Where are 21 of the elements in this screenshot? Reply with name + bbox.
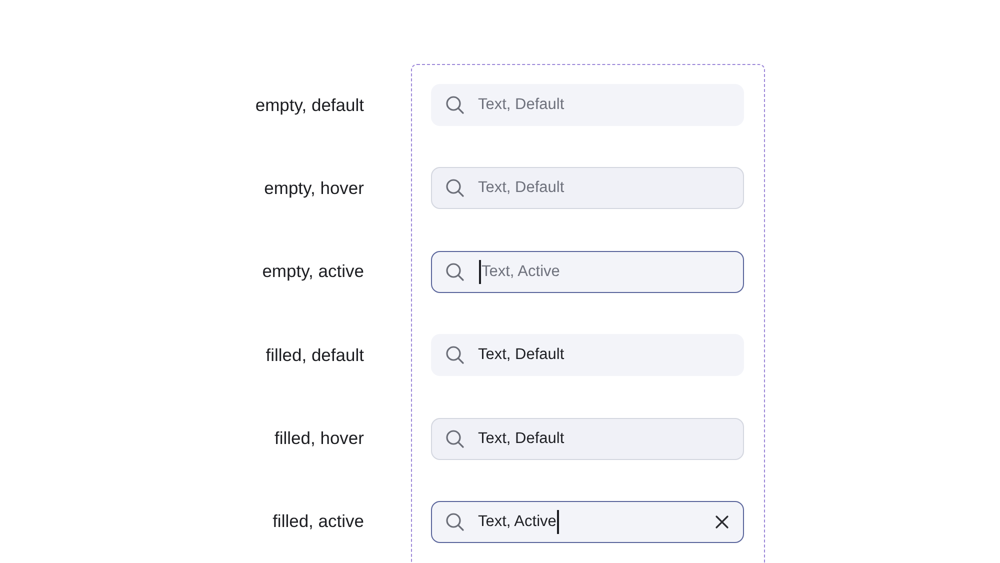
text-cursor [479, 260, 480, 284]
search-field[interactable]: Text, Active [431, 250, 744, 293]
search-icon [445, 262, 465, 282]
search-icon [445, 428, 465, 449]
state-label: empty, active [262, 261, 364, 282]
search-icon [445, 178, 465, 198]
close-icon[interactable] [715, 514, 729, 529]
search-field[interactable]: Text, Default [431, 334, 744, 376]
search-icon [445, 345, 465, 366]
search-field[interactable]: Text, Default [431, 418, 744, 460]
state-label: empty, default [255, 94, 364, 116]
state-label: filled, default [266, 344, 364, 366]
state-label: empty, hover [264, 178, 364, 199]
search-field[interactable]: Text, Default [431, 167, 744, 210]
search-icon [445, 512, 465, 532]
search-icon [445, 95, 465, 115]
text-cursor [557, 510, 559, 534]
search-field[interactable]: Text, Active [431, 500, 744, 543]
state-label: filled, active [272, 511, 364, 532]
search-field[interactable]: Text, Default [431, 84, 744, 126]
state-label: filled, hover [274, 428, 364, 450]
